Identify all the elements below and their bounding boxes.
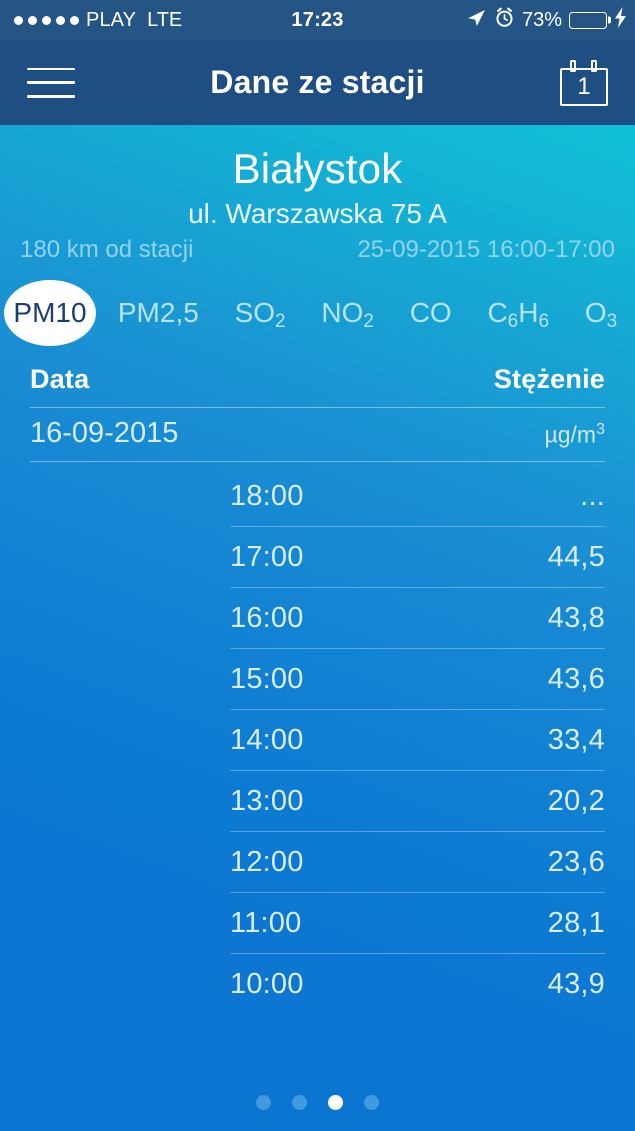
tab-co[interactable]: CO <box>392 299 470 327</box>
status-bar: PLAY LTE 17:23 73% <box>0 0 635 40</box>
row-time: 17:00 <box>230 541 304 574</box>
tab-c6h6-subscript-1: 6 <box>507 311 519 333</box>
row-value: 28,1 <box>547 907 605 940</box>
pollutant-tab-bar: PM10 PM2,5 SO2 NO2 CO C6H6 O3 <box>0 278 635 348</box>
unit-base: µg/m <box>544 421 597 448</box>
row-value: ... <box>580 480 605 513</box>
tab-pm10-label: PM10 <box>13 297 87 329</box>
alarm-clock-icon <box>494 7 515 33</box>
table-row[interactable]: 11:00 28,1 <box>230 893 605 955</box>
column-header-date: Data <box>30 364 90 395</box>
row-time: 11:00 <box>230 907 302 940</box>
tab-so2-subscript: 2 <box>275 311 286 333</box>
location-arrow-icon <box>465 7 487 34</box>
tab-o3-subscript: 3 <box>606 311 618 333</box>
lightning-bolt-icon <box>614 7 627 33</box>
page-indicator <box>0 1095 635 1110</box>
row-time: 10:00 <box>230 968 304 1001</box>
tab-c6h6-subscript-2: 6 <box>538 311 550 333</box>
tab-c6h6-label: C <box>487 297 508 329</box>
column-header-concentration: Stężenie <box>493 364 605 395</box>
row-time: 12:00 <box>230 846 304 879</box>
tab-c6h6[interactable]: C6H6 <box>470 297 567 332</box>
table-row[interactable]: 16:00 43,8 <box>230 588 605 650</box>
battery-percentage-label: 73% <box>521 8 562 31</box>
tab-pm10[interactable]: PM10 <box>0 299 100 327</box>
tab-no2-subscript: 2 <box>363 311 374 333</box>
row-time: 16:00 <box>230 602 304 635</box>
hamburger-menu-icon[interactable] <box>27 67 75 98</box>
tab-co-label: CO <box>409 297 452 329</box>
navigation-bar: Dane ze stacji 1 <box>0 40 635 125</box>
tab-no2[interactable]: NO2 <box>303 297 391 332</box>
tab-c6h6-h: H <box>518 297 539 329</box>
table-row[interactable]: 14:00 33,4 <box>230 710 605 772</box>
station-city: Białystok <box>232 145 403 192</box>
row-time: 18:00 <box>230 480 304 513</box>
page-dot-4[interactable] <box>364 1095 379 1110</box>
unit-exponent: 3 <box>596 420 605 438</box>
table-row[interactable]: 15:00 43,6 <box>230 649 605 711</box>
table-row[interactable]: 12:00 23,6 <box>230 832 605 894</box>
table-body: 18:00 ... 17:00 44,5 16:00 43,8 15:00 43… <box>30 466 605 1014</box>
tab-so2[interactable]: SO2 <box>217 297 304 332</box>
row-time: 13:00 <box>230 785 304 818</box>
row-value: 44,5 <box>547 541 605 574</box>
row-value: 20,2 <box>547 785 605 818</box>
tab-pm25-label: PM2,5 <box>117 297 199 329</box>
row-value: 43,6 <box>547 663 605 696</box>
page-dot-3[interactable] <box>328 1095 343 1110</box>
table-row[interactable]: 18:00 ... <box>230 466 605 528</box>
tab-pm25[interactable]: PM2,5 <box>100 299 217 327</box>
table-row[interactable]: 13:00 20,2 <box>230 771 605 833</box>
measurement-date: 16-09-2015 <box>30 417 179 450</box>
table-subheader-row: 16-09-2015 µg/m3 <box>30 407 606 463</box>
app-screen: PLAY LTE 17:23 73% Dane ze stacji 1 Biał… <box>0 0 635 1131</box>
table-row[interactable]: 17:00 44,5 <box>230 527 605 589</box>
row-value: 33,4 <box>547 724 605 757</box>
calendar-day-label: 1 <box>577 72 591 100</box>
station-header: Białystok ul. Warszawska 75 A 180 km od … <box>0 125 635 264</box>
row-value: 23,6 <box>547 846 605 879</box>
row-value: 43,8 <box>547 602 605 635</box>
measurements-table: Data Stężenie 16-09-2015 µg/m3 18:00 ...… <box>0 364 635 1014</box>
station-distance: 180 km od stacji <box>20 236 194 264</box>
station-period: 25-09-2015 16:00-17:00 <box>357 236 615 264</box>
page-dot-1[interactable] <box>256 1095 271 1110</box>
page-title: Dane ze stacji <box>210 64 425 100</box>
row-time: 14:00 <box>230 724 304 757</box>
row-time: 15:00 <box>230 663 304 696</box>
tab-o3[interactable]: O3 <box>567 297 635 332</box>
tab-o3-label: O <box>584 297 607 329</box>
status-bar-right: 73% <box>465 7 627 34</box>
table-header-row: Data Stężenie <box>30 364 605 407</box>
calendar-icon[interactable]: 1 <box>560 59 608 106</box>
tab-no2-label: NO <box>321 297 364 329</box>
measurement-unit: µg/m3 <box>545 421 606 449</box>
main-content: Białystok ul. Warszawska 75 A 180 km od … <box>0 125 635 1131</box>
station-address: ul. Warszawska 75 A <box>188 198 447 230</box>
page-dot-2[interactable] <box>292 1095 307 1110</box>
table-row[interactable]: 10:00 43,9 <box>230 954 605 1014</box>
tab-so2-label: SO <box>234 297 276 329</box>
battery-icon <box>569 11 607 29</box>
station-meta: 180 km od stacji 25-09-2015 16:00-17:00 <box>0 230 635 264</box>
row-value: 43,9 <box>547 968 605 1001</box>
